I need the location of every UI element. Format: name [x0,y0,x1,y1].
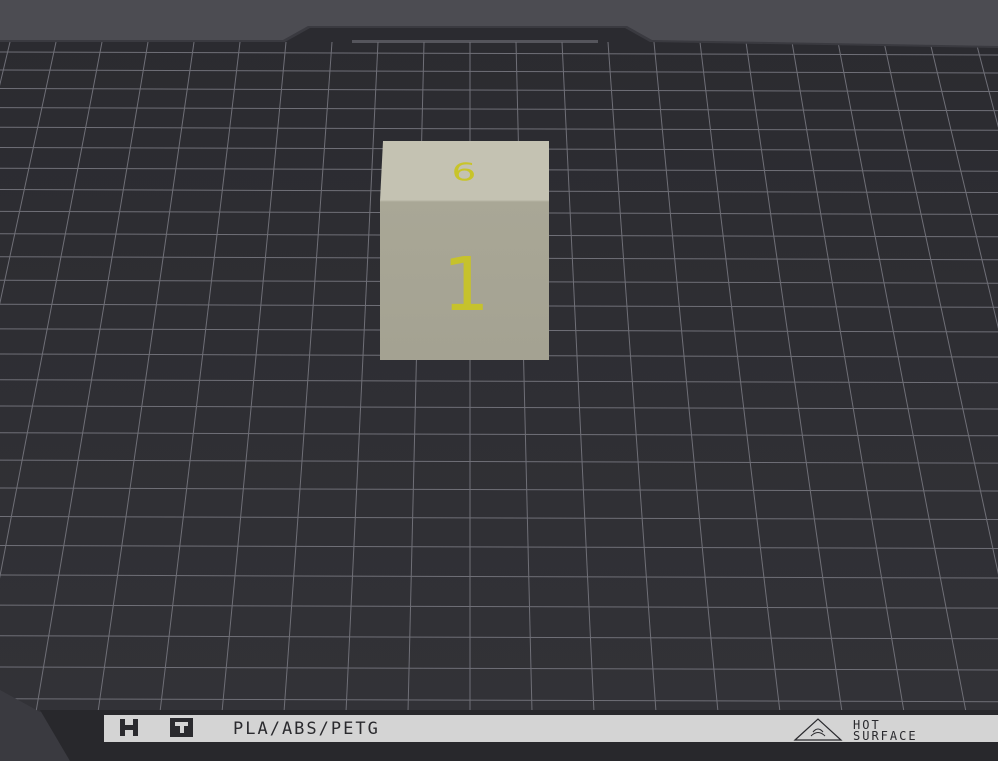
build-plate-scene[interactable]: PLA/ABS/PETG HOT SURFACE 6 1 [0,0,998,761]
warning-label-line2: SURFACE [853,729,918,743]
plate-tab-edge [352,40,598,43]
cube-top-number: 6 [452,158,477,187]
material-label: PLA/ABS/PETG [233,719,380,739]
bed-label-strip: PLA/ABS/PETG HOT SURFACE [40,710,998,761]
cube-front-number: 1 [442,242,489,328]
3d-viewport[interactable]: PLA/ABS/PETG HOT SURFACE 6 1 [0,0,998,761]
build-plate [0,28,998,712]
dice-cube-object[interactable]: 6 1 [380,141,549,360]
